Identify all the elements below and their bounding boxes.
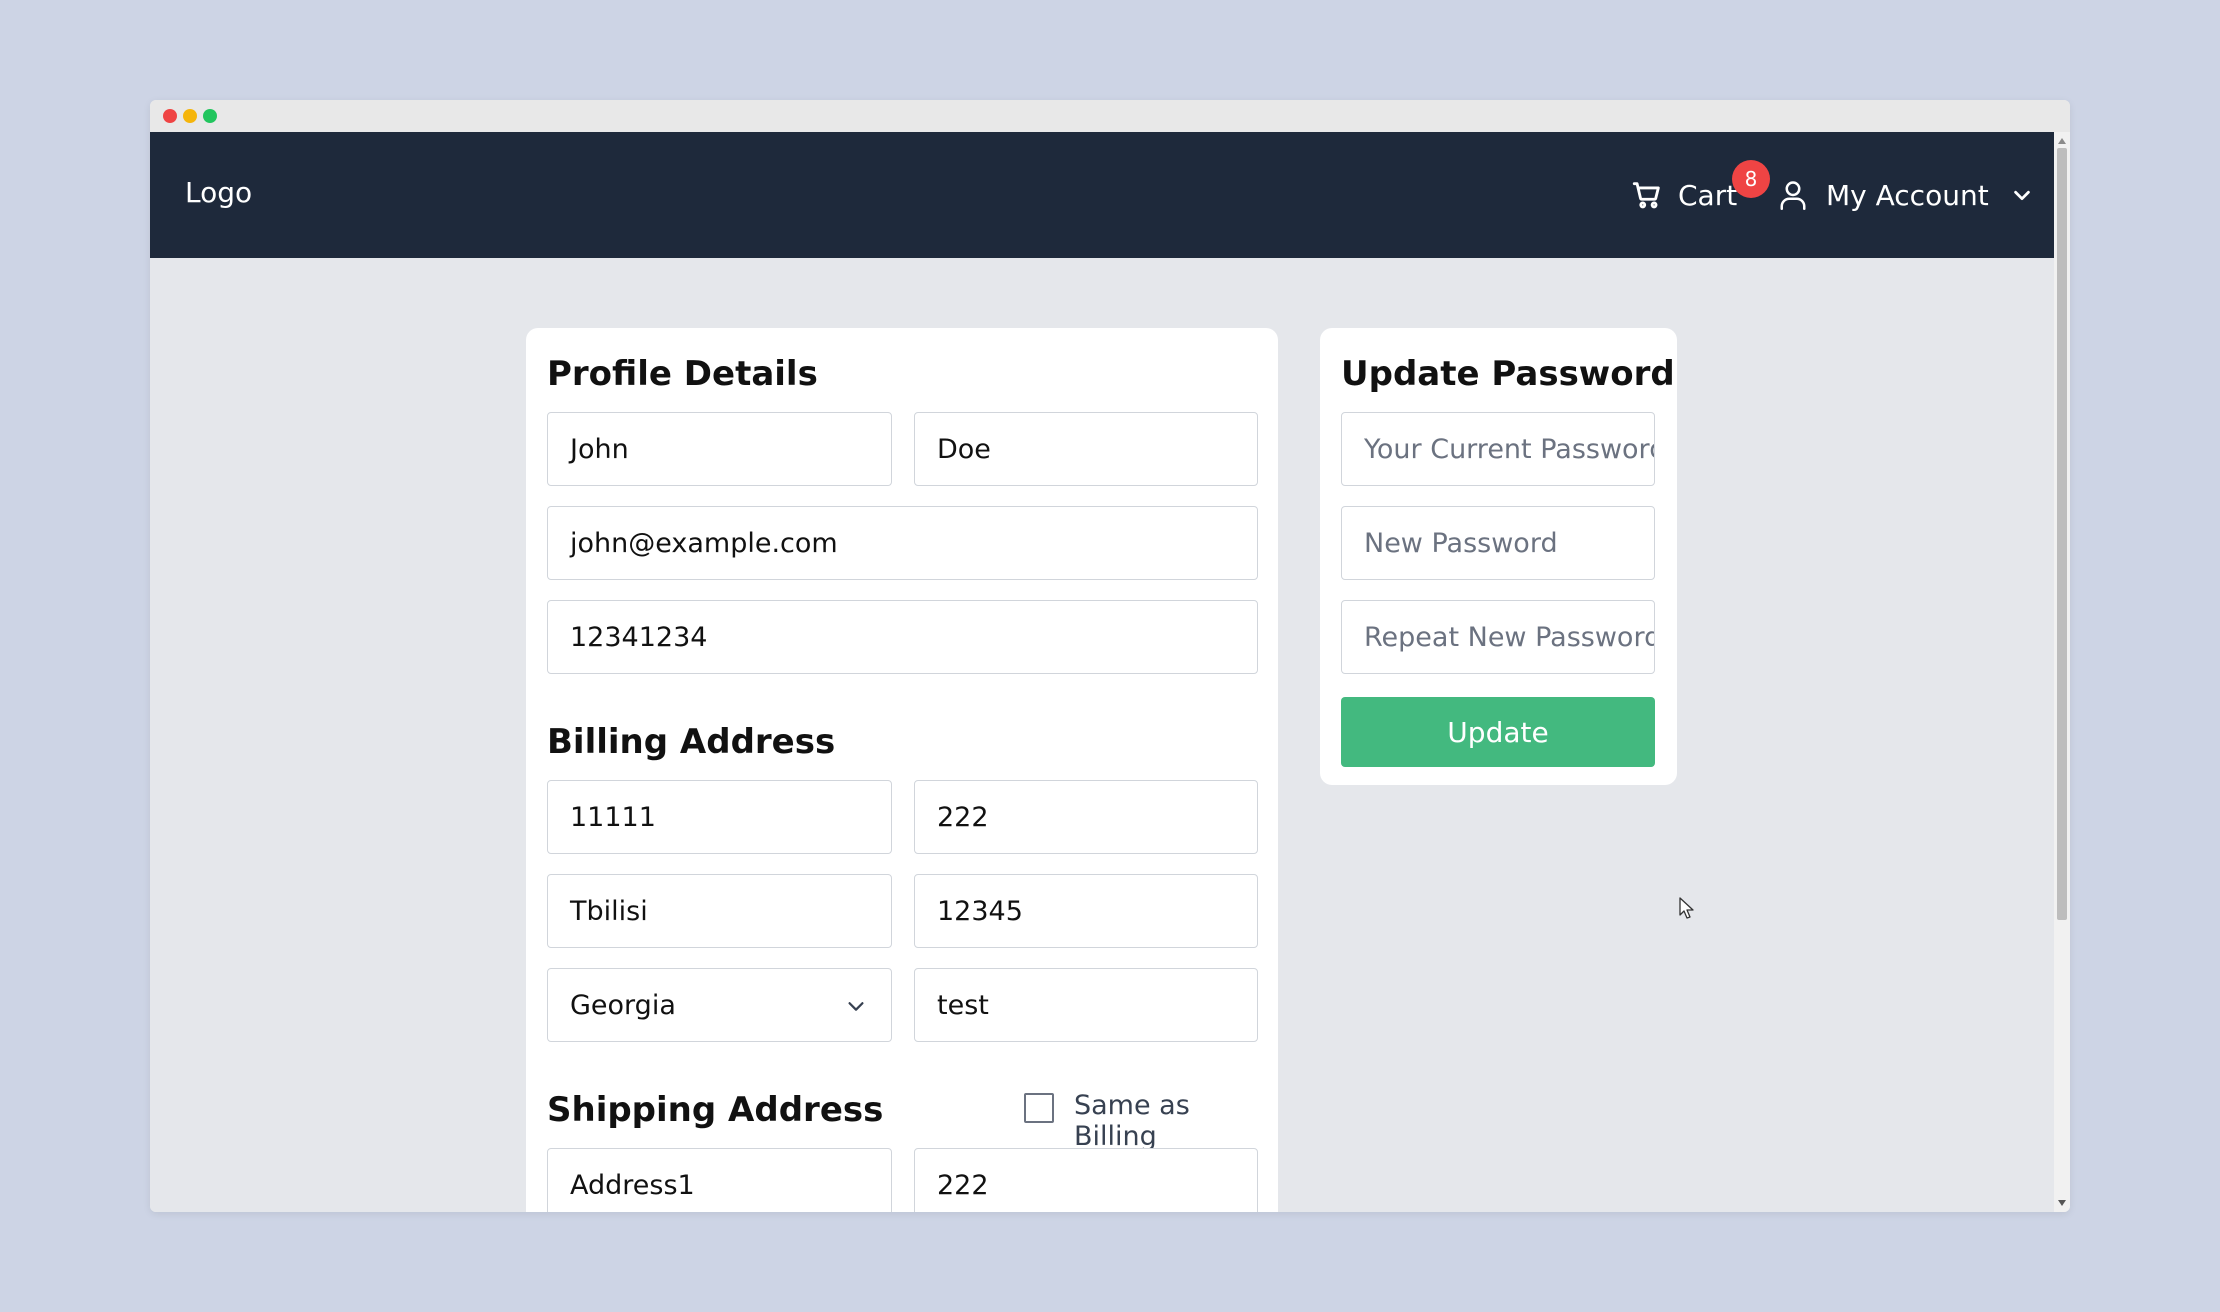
cart-link[interactable]: Cart bbox=[1630, 172, 1737, 218]
current-password-input[interactable] bbox=[1341, 412, 1655, 486]
chevron-down-icon bbox=[848, 1002, 864, 1011]
cart-icon bbox=[1632, 182, 1660, 209]
billing-extra-field[interactable]: test bbox=[914, 968, 1258, 1042]
cart-count-badge: 8 bbox=[1732, 160, 1770, 198]
billing-address-field[interactable]: 11111 bbox=[547, 780, 892, 854]
repeat-password-input[interactable] bbox=[1341, 600, 1655, 674]
new-password-input[interactable] bbox=[1341, 506, 1655, 580]
shipping-address-heading: Shipping Address bbox=[547, 1090, 884, 1130]
profile-card: Profile Details John Doe john@example.co… bbox=[526, 328, 1278, 1212]
mouse-cursor-icon bbox=[1679, 897, 1694, 919]
my-account-dropdown[interactable]: My Account bbox=[1778, 172, 2033, 218]
update-password-button[interactable]: Update bbox=[1341, 697, 1655, 767]
shipping-address-field[interactable]: Address1 bbox=[547, 1148, 892, 1212]
billing-country-value: Georgia bbox=[570, 989, 676, 1021]
page-viewport: Logo Cart 8 My Account Profile Details J… bbox=[150, 132, 2054, 1212]
profile-details-heading: Profile Details bbox=[547, 354, 818, 394]
minimize-window-button[interactable] bbox=[183, 109, 197, 123]
update-password-heading: Update Password bbox=[1341, 354, 1675, 394]
my-account-label: My Account bbox=[1826, 178, 1989, 212]
same-as-billing-label[interactable]: Same as Billing bbox=[1074, 1090, 1278, 1152]
scroll-down-arrow[interactable] bbox=[2058, 1200, 2066, 1206]
scrollbar-thumb[interactable] bbox=[2057, 148, 2067, 920]
billing-zip-field[interactable]: 12345 bbox=[914, 874, 1258, 948]
logo[interactable]: Logo bbox=[185, 176, 252, 209]
phone-field[interactable]: 12341234 bbox=[547, 600, 1258, 674]
close-window-button[interactable] bbox=[163, 109, 177, 123]
maximize-window-button[interactable] bbox=[203, 109, 217, 123]
email-field[interactable]: john@example.com bbox=[547, 506, 1258, 580]
vertical-scrollbar[interactable] bbox=[2054, 132, 2070, 1212]
chevron-down-icon bbox=[2013, 190, 2030, 201]
last-name-field[interactable]: Doe bbox=[914, 412, 1258, 486]
update-password-card: Update Password Update bbox=[1320, 328, 1677, 785]
billing-number-field[interactable]: 222 bbox=[914, 780, 1258, 854]
billing-city-field[interactable]: Tbilisi bbox=[547, 874, 892, 948]
user-icon bbox=[1780, 181, 1806, 210]
billing-address-heading: Billing Address bbox=[547, 722, 836, 762]
first-name-field[interactable]: John bbox=[547, 412, 892, 486]
billing-country-select[interactable]: Georgia bbox=[547, 968, 892, 1042]
same-as-billing-checkbox[interactable] bbox=[1024, 1093, 1054, 1123]
shipping-number-field[interactable]: 222 bbox=[914, 1148, 1258, 1212]
window-titlebar bbox=[150, 100, 2070, 132]
cart-label: Cart bbox=[1678, 178, 1738, 212]
top-navbar: Logo Cart 8 My Account bbox=[150, 132, 2054, 258]
scroll-up-arrow[interactable] bbox=[2058, 138, 2066, 144]
browser-window: Logo Cart 8 My Account Profile Details J… bbox=[150, 100, 2070, 1212]
